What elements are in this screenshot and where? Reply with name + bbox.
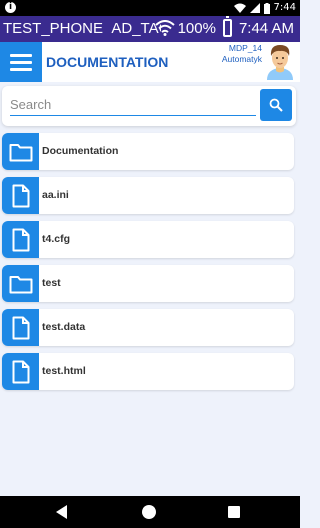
search-input[interactable] [10, 94, 256, 116]
back-icon[interactable] [56, 505, 67, 519]
search-button[interactable] [260, 89, 292, 121]
folder-icon [2, 133, 39, 170]
battery-icon [222, 16, 232, 37]
folder-icon [2, 265, 39, 302]
file-name: Documentation [42, 145, 119, 157]
system-time: 7:44 [273, 2, 296, 13]
file-icon [2, 353, 39, 390]
hamburger-icon-line [10, 67, 32, 71]
app-time: 7:44 AM [238, 19, 294, 37]
list-item-documentation[interactable]: Documentation [2, 133, 294, 170]
list-item-test[interactable]: test [2, 265, 294, 302]
file-name: test [42, 277, 61, 289]
wifi-icon [233, 3, 246, 13]
info-icon: i [5, 2, 16, 13]
home-icon[interactable] [142, 505, 156, 519]
file-icon [2, 309, 39, 346]
user-info: MDP_14 Automatyk [222, 43, 262, 65]
device-name: TEST_PHONE [3, 20, 104, 37]
hamburger-icon-line [10, 60, 32, 64]
list-item-t4-cfg[interactable]: t4.cfg [2, 221, 294, 258]
app-status-strip: TEST_PHONE AD_TACT 100% 7:44 AM [0, 16, 300, 42]
device-info: TEST_PHONE AD_TACT [3, 20, 161, 37]
page-title: DOCUMENTATION [46, 54, 169, 70]
list-item-aa-ini[interactable]: aa.ini [2, 177, 294, 214]
android-nav-bar [0, 496, 300, 528]
app-tag: AD_TACT [111, 20, 161, 37]
avatar[interactable] [264, 42, 296, 80]
app-header: DOCUMENTATION MDP_14 Automatyk [0, 42, 300, 82]
battery-level: 100% [177, 19, 216, 37]
search-icon [269, 98, 283, 112]
hamburger-icon [10, 53, 32, 57]
recent-apps-icon[interactable] [228, 506, 240, 518]
file-name: aa.ini [42, 189, 69, 201]
system-status-right: 7:44 [233, 1, 296, 15]
menu-button[interactable] [0, 42, 42, 82]
file-name: test.data [42, 321, 86, 333]
file-icon [2, 177, 39, 214]
file-name: t4.cfg [42, 233, 71, 245]
app-status-right: 100% 7:44 AM [154, 16, 294, 37]
signal-icon [249, 3, 260, 13]
file-list: Documentation aa.ini t4.cfg test test.da… [2, 133, 294, 397]
user-name: Automatyk [221, 54, 262, 64]
file-icon [2, 221, 39, 258]
user-code: MDP_14 [228, 43, 262, 53]
battery-icon [263, 2, 270, 14]
system-status-bar: i 7:44 [0, 0, 300, 16]
wifi-icon [154, 20, 175, 36]
file-name: test.html [42, 365, 86, 377]
list-item-test-data[interactable]: test.data [2, 309, 294, 346]
search-bar [2, 86, 296, 126]
list-item-test-html[interactable]: test.html [2, 353, 294, 390]
